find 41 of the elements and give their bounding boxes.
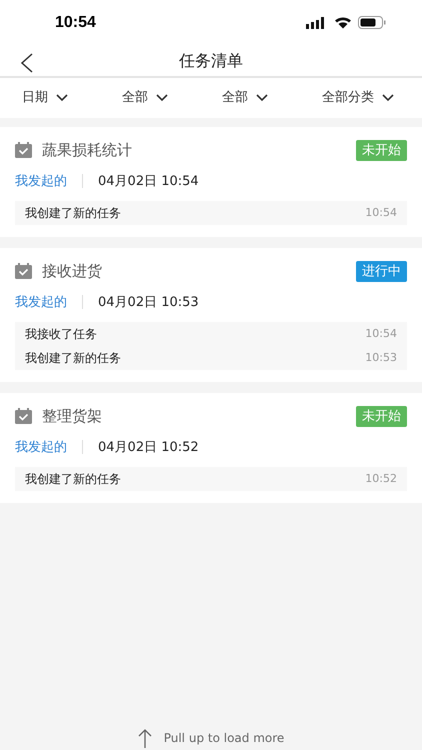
chevron-down-icon [56, 94, 68, 102]
back-icon [20, 53, 34, 73]
chevron-down-icon [256, 94, 268, 102]
task-title: 蔬果损耗统计 [42, 140, 132, 161]
battery-icon [358, 16, 386, 29]
calendar-check-icon [15, 263, 32, 280]
calendar-check-icon [15, 408, 32, 424]
task-datetime: 04月02日 10:54 [98, 172, 199, 190]
status-badge: 未开始 [356, 406, 407, 427]
filter-dropdown[interactable]: 全部 [122, 88, 168, 108]
status-badge: 进行中 [356, 260, 407, 282]
log-text: 我创建了新的任务 [25, 350, 121, 367]
task-title: 接收进货 [42, 261, 102, 282]
origin-label: 我发起的 [15, 172, 67, 190]
status-time: 10:54 [55, 12, 96, 32]
origin-label: 我发起的 [15, 438, 67, 456]
task-card[interactable]: 蔬果损耗统计 未开始 我发起的 04月02日 10:54 我创建了新的任务 10:54 [0, 127, 422, 237]
task-card[interactable]: 接收进货 进行中 我发起的 04月02日 10:53 我接收了任务 10:54 我创建了新的任务 10:53 [0, 248, 422, 382]
log-time: 10:53 [365, 350, 397, 366]
filter-dropdown[interactable]: 全部分类 [322, 88, 394, 108]
arrow-up-icon [138, 728, 152, 748]
origin-label: 我发起的 [15, 294, 67, 312]
log-time: 10:52 [365, 470, 397, 487]
task-datetime: 04月02日 10:53 [98, 294, 199, 312]
log-time: 10:54 [365, 326, 397, 342]
log-text: 我创建了新的任务 [25, 471, 121, 488]
task-datetime: 04月02日 10:52 [98, 438, 199, 456]
status-badge: 未开始 [356, 140, 407, 161]
chevron-down-icon [382, 94, 394, 102]
filter-dropdown[interactable]: 全部 [222, 88, 268, 108]
log-text: 我创建了新的任务 [25, 205, 121, 222]
log-text: 我接收了任务 [25, 326, 97, 343]
calendar-check-icon [15, 142, 32, 158]
page-title: 任务清单 [179, 50, 243, 72]
chevron-down-icon [156, 94, 168, 102]
log-time: 10:54 [365, 204, 397, 221]
load-more-hint: Pull up to load more [164, 730, 284, 747]
filter-dropdown[interactable]: 日期 [22, 88, 68, 108]
task-card[interactable]: 整理货架 未开始 我发起的 04月02日 10:52 我创建了新的任务 10:52 [0, 393, 422, 503]
wifi-icon [334, 16, 352, 29]
task-title: 整理货架 [42, 406, 102, 427]
